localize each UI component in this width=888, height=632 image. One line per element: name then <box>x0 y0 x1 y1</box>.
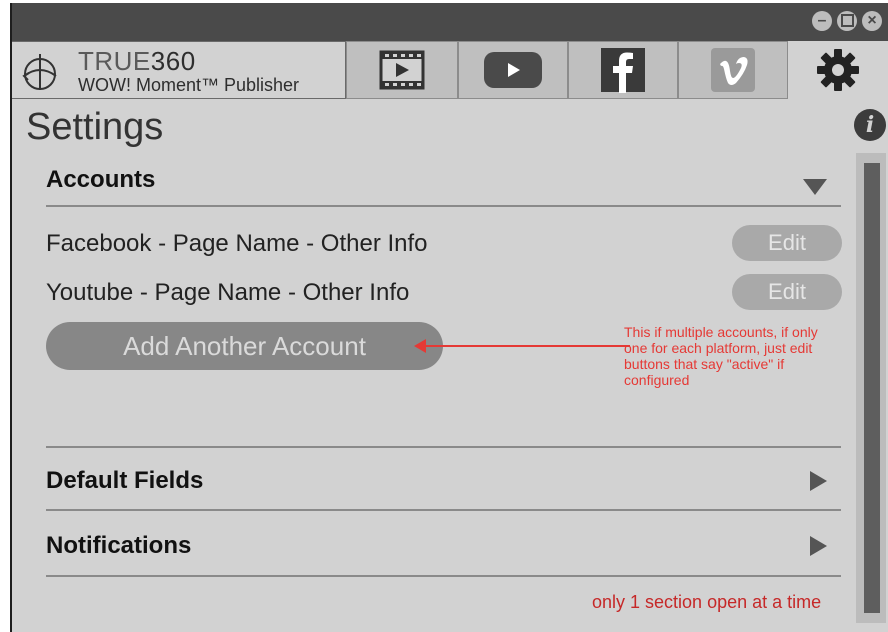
brand-header: TRUE360 WOW! Moment™ Publisher <box>12 41 346 99</box>
scrollbar-thumb[interactable] <box>864 163 880 613</box>
section-default-fields-header[interactable]: Default Fields <box>46 467 841 495</box>
minimize-icon[interactable]: – <box>812 11 832 31</box>
chevron-right-icon[interactable] <box>810 536 827 556</box>
add-account-button[interactable]: Add Another Account <box>46 322 443 370</box>
page-title: Settings <box>26 106 164 148</box>
gear-icon <box>817 49 859 91</box>
divider <box>46 509 841 511</box>
account-row-youtube: Youtube - Page Name - Other Info <box>46 279 410 306</box>
brand-subtitle: WOW! Moment™ Publisher <box>78 75 300 95</box>
chevron-down-icon[interactable] <box>803 179 827 195</box>
tab-youtube[interactable] <box>458 41 568 99</box>
vimeo-icon <box>711 48 755 92</box>
chevron-right-icon[interactable] <box>810 471 827 491</box>
divider <box>46 205 841 207</box>
footer-annotation: only 1 section open at a time <box>592 592 822 612</box>
annotation-arrow-line <box>424 345 630 347</box>
divider <box>46 446 841 448</box>
maximize-icon[interactable] <box>837 11 857 31</box>
section-accounts-header[interactable]: Accounts <box>46 166 841 194</box>
top-nav: TRUE360 WOW! Moment™ Publisher <box>12 41 888 101</box>
divider <box>46 575 841 577</box>
tab-settings[interactable] <box>788 41 888 99</box>
brand-name-light: TRUE <box>78 46 151 76</box>
edit-facebook-button[interactable]: Edit <box>732 225 842 261</box>
true360-logo-icon <box>22 54 57 90</box>
info-icon[interactable]: i <box>854 109 886 141</box>
close-icon[interactable]: × <box>862 11 882 31</box>
annotation-note: This if multiple accounts, if only one f… <box>624 324 818 388</box>
annotation-arrow-head <box>414 339 426 353</box>
tab-facebook[interactable] <box>568 41 678 99</box>
brand-name-bold: 360 <box>150 46 196 76</box>
brand-name: TRUE360 <box>78 46 196 77</box>
facebook-icon <box>601 48 645 93</box>
tab-vimeo[interactable] <box>678 41 788 99</box>
section-notifications-header[interactable]: Notifications <box>46 532 841 560</box>
tab-video[interactable] <box>346 41 458 99</box>
scrollbar[interactable] <box>856 153 886 623</box>
app-window: – × TRUE360 WOW! Moment™ Publisher Setti… <box>10 3 888 632</box>
video-icon <box>379 50 425 90</box>
title-bar: – × <box>12 3 888 41</box>
edit-youtube-button[interactable]: Edit <box>732 274 842 310</box>
account-row-facebook: Facebook - Page Name - Other Info <box>46 230 428 257</box>
youtube-icon <box>484 52 542 88</box>
